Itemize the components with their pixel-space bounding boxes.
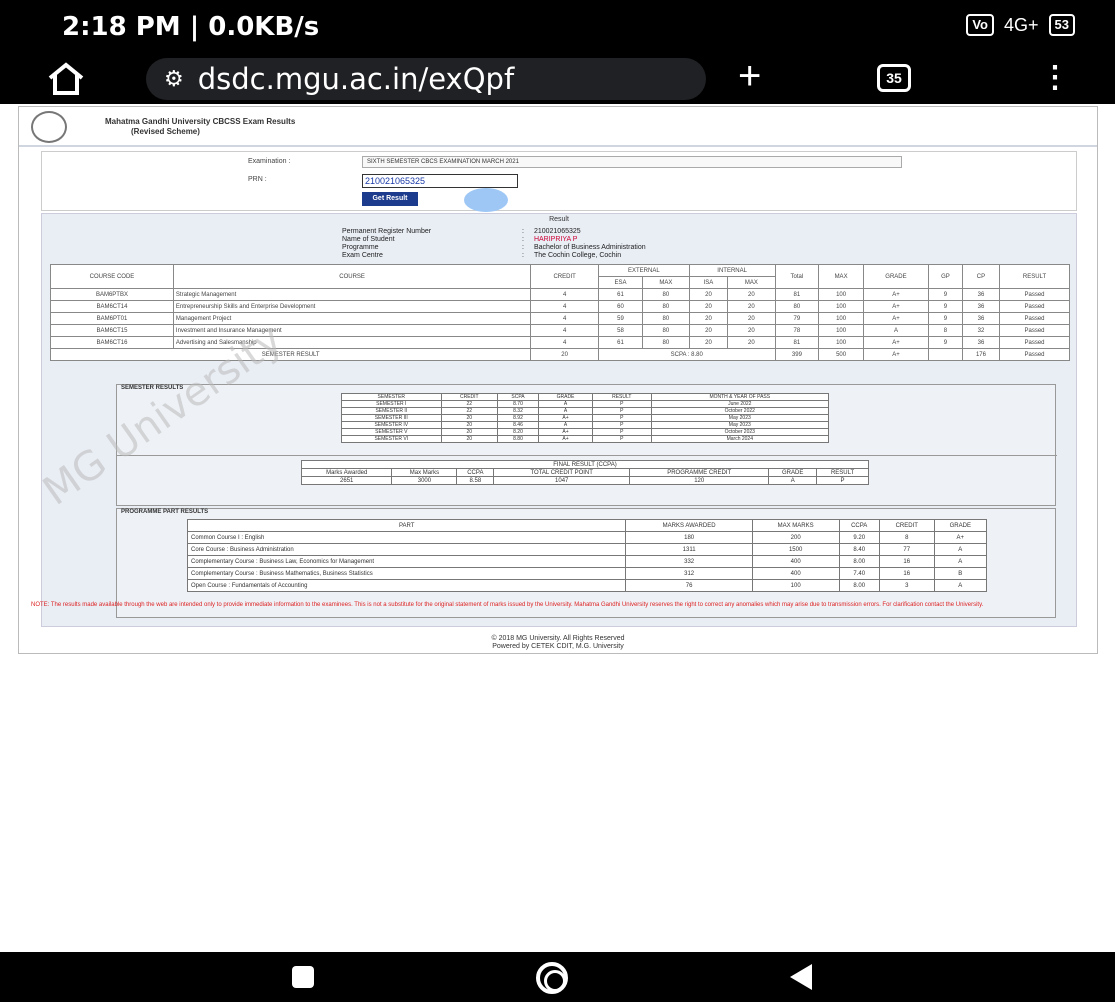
volte-icon: Vo — [966, 14, 994, 36]
prn-input[interactable]: 210021065325 — [362, 174, 518, 188]
table-row: SEMESTER IV 20 8.46 A P May 2023 — [341, 421, 830, 429]
tab-switcher-button[interactable]: 35 — [877, 64, 911, 92]
semester-results-table: SEMESTER CREDIT SCPA GRADE RESULT MONTH & YEA… — [341, 393, 830, 443]
page-header: Mahatma Gandhi University CBCSS Exam Res… — [19, 107, 1097, 147]
university-logo — [31, 111, 67, 143]
table-row: Core Course : Business Administration 131… — [186, 543, 988, 556]
table-row: Complementary Course : Business Law, Eco… — [186, 555, 988, 568]
table-row: SEMESTER III 20 8.92 A+ P May 2023 — [341, 414, 830, 422]
table-row: BAM6CT15 Investment and Insurance Managem… — [50, 324, 1070, 337]
navigation-bar — [0, 952, 1115, 1002]
new-tab-icon[interactable]: + — [738, 54, 761, 99]
browser-toolbar: ⚙ dsdc.mgu.ac.in/exQpf + 35 ⋮ — [0, 52, 1115, 104]
table-row: BAM6CT14 Entrepreneurship Skills and Ente… — [50, 300, 1070, 313]
status-bar: 2:18 PM | 0.0KB/s Vo 4G+ 53 — [0, 0, 1115, 52]
table-row: Common Course I : English 180 200 9.20 8 A+ — [186, 531, 988, 544]
home-icon[interactable] — [46, 62, 86, 96]
programme-results-table: PART MARKS AWARDED MAX MARKS CCPA CREDIT GRAD… — [186, 519, 988, 592]
table-row: SEMESTER II 22 8.32 A P October 2022 — [341, 407, 830, 415]
signal-icon: 4G+ — [1004, 14, 1039, 35]
page-footer: © 2018 MG University. All Rights Reserve… — [491, 635, 625, 650]
disclaimer-note: NOTE: The results made available through… — [31, 602, 984, 608]
prn-label: PRN : — [248, 176, 267, 183]
semester-results-section: SEMESTER RESULTS SEMESTER CREDIT SCPA GRADE… — [116, 384, 1057, 507]
table-row: Open Course : Fundamentals of Accounting… — [186, 579, 988, 592]
home-button-icon[interactable] — [536, 962, 568, 994]
table-row: SEMESTER VI 20 8.80 A+ P March 2024 — [341, 435, 830, 443]
url-text: dsdc.mgu.ac.in/exQpf — [197, 62, 515, 96]
table-row: SEMESTER V 20 8.20 A+ P October 2023 — [341, 428, 830, 436]
url-bar[interactable]: ⚙ dsdc.mgu.ac.in/exQpf — [146, 58, 706, 100]
programme-results-caption: PROGRAMME PART RESULTS — [121, 509, 209, 515]
status-icons: Vo 4G+ 53 — [966, 14, 1075, 36]
back-icon[interactable] — [790, 964, 812, 990]
exam-select[interactable]: SIXTH SEMESTER CBCS EXAMINATION MARCH 20… — [362, 156, 902, 168]
recent-apps-icon[interactable] — [292, 966, 314, 988]
student-info: Permanent Register Number:210021065325 N… — [342, 228, 646, 259]
result-caption: Result — [549, 216, 569, 223]
table-row: SEMESTER I 22 8.70 A P June 2022 — [341, 400, 830, 408]
final-result-section: FINAL RESULT (CCPA) Marks Awarded Max Mar… — [117, 455, 1057, 507]
menu-icon[interactable]: ⋮ — [1040, 60, 1070, 95]
site-settings-icon[interactable]: ⚙ — [164, 67, 184, 92]
final-result-table: FINAL RESULT (CCPA) Marks Awarded Max Mar… — [300, 460, 869, 485]
table-row: BAM6PTBX Strategic Management 4 61 80 20 20 81 1… — [50, 288, 1070, 301]
table-row: Complementary Course : Business Mathemat… — [186, 567, 988, 580]
exam-label: Examination : — [248, 158, 291, 165]
table-row: BAM6CT16 Advertising and Salesmanship 4 61 8… — [50, 336, 1070, 349]
web-page: Mahatma Gandhi University CBCSS Exam Res… — [18, 106, 1098, 654]
page-title: Mahatma Gandhi University CBCSS Exam Res… — [105, 117, 296, 136]
status-time: 2:18 PM | 0.0KB/s — [62, 12, 320, 42]
get-result-button[interactable]: Get Result — [362, 192, 418, 206]
marks-table: COURSE CODE COURSE CREDIT EXTERNAL INTER… — [49, 264, 1070, 361]
touch-indicator — [464, 188, 508, 212]
battery-icon: 53 — [1048, 14, 1075, 36]
table-row: BAM6PT01 Management Project 4 59 80 20 20 79 100… — [50, 312, 1070, 325]
search-form: Examination : SIXTH SEMESTER CBCS EXAMIN… — [41, 151, 1077, 212]
